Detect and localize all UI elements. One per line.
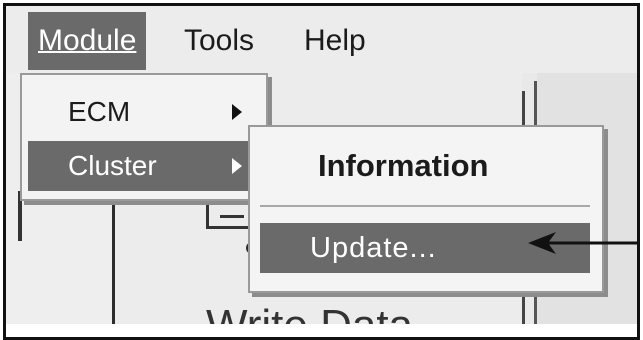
menu-item-cluster-label: Cluster	[68, 150, 157, 181]
menu-help[interactable]: Help	[294, 12, 376, 70]
menu-module[interactable]: Module	[28, 12, 147, 70]
write-data-icon	[206, 198, 249, 229]
menu-item-cluster[interactable]: Cluster	[28, 141, 260, 191]
menu-bar: Module Tools Help	[6, 6, 637, 73]
menu-item-ecm-label: ECM	[68, 96, 131, 127]
menu-item-information-label: Information	[318, 148, 489, 183]
write-data-label[interactable]: Write Data	[206, 304, 413, 326]
screenshot-frame: Write Data Module Tools Help ECM Cluster…	[3, 3, 640, 340]
menu-tools-label: Tools	[184, 24, 255, 57]
submenu-arrow-icon	[232, 104, 242, 120]
menu-module-label: Module	[38, 24, 137, 57]
menu-item-information[interactable]: Information	[250, 141, 602, 191]
bottom-strip	[6, 324, 637, 337]
menu-item-update-label: Update...	[310, 232, 437, 264]
menu-item-ecm[interactable]: ECM	[28, 87, 260, 137]
callout-arrow-icon	[528, 232, 637, 254]
submenu-arrow-icon	[232, 158, 242, 174]
menu-tools[interactable]: Tools	[174, 12, 264, 70]
write-data-icon-line	[220, 215, 244, 218]
menu-separator	[260, 205, 590, 207]
cluster-submenu: Information Update...	[248, 125, 604, 293]
module-dropdown: ECM Cluster	[20, 73, 268, 201]
menu-help-label: Help	[304, 24, 366, 57]
